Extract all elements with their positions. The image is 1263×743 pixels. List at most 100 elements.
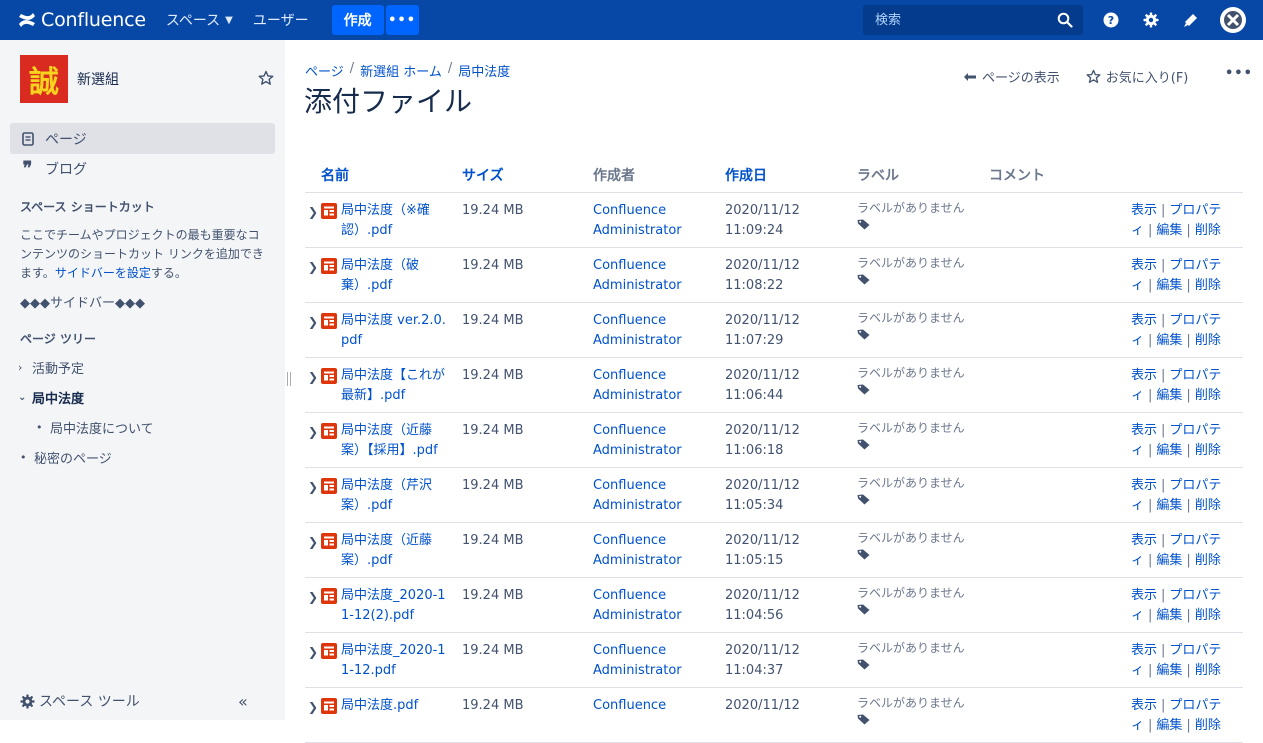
breadcrumb-item[interactable]: ページ: [305, 61, 344, 80]
sidebar-item-blog[interactable]: ❞ ブログ: [10, 153, 275, 184]
search-input[interactable]: [873, 11, 1053, 29]
delete-action-link[interactable]: 削除: [1195, 608, 1221, 623]
edit-action-link[interactable]: 編集: [1156, 498, 1182, 513]
users-menu[interactable]: ユーザー: [253, 10, 309, 30]
expand-chevron-icon[interactable]: ❯: [308, 257, 318, 277]
file-name-link[interactable]: 局中法度（近藤案）.pdf: [341, 531, 449, 571]
configure-sidebar-link[interactable]: サイドバーを設定: [55, 266, 151, 280]
edit-action-link[interactable]: 編集: [1156, 663, 1182, 678]
column-header-size[interactable]: サイズ: [462, 165, 504, 185]
tree-item-secret-page[interactable]: • 秘密のページ: [20, 448, 112, 467]
tag-icon[interactable]: [857, 439, 870, 450]
file-name-link[interactable]: 局中法度（破棄）.pdf: [341, 256, 449, 296]
expand-chevron-icon[interactable]: ❯: [308, 642, 318, 662]
help-icon[interactable]: ?: [1100, 9, 1122, 31]
view-action-link[interactable]: 表示: [1131, 423, 1157, 438]
file-name-link[interactable]: 局中法度（※確認）.pdf: [341, 201, 449, 241]
expand-chevron-icon[interactable]: ❯: [308, 477, 318, 497]
edit-action-link[interactable]: 編集: [1156, 223, 1182, 238]
breadcrumb-item[interactable]: 局中法度: [458, 61, 510, 80]
sidebar-item-pages[interactable]: ページ: [10, 123, 275, 154]
file-name-link[interactable]: 局中法度.pdf: [341, 696, 418, 716]
delete-action-link[interactable]: 削除: [1195, 553, 1221, 568]
edit-action-link[interactable]: 編集: [1156, 608, 1182, 623]
edit-action-link[interactable]: 編集: [1156, 278, 1182, 293]
creator-link[interactable]: Confluence Administrator: [593, 366, 703, 406]
creator-link[interactable]: Confluence Administrator: [593, 421, 703, 461]
creator-link[interactable]: Confluence Administrator: [593, 476, 703, 516]
file-name-link[interactable]: 局中法度（近藤案）【採用】.pdf: [341, 421, 449, 461]
expand-chevron-icon[interactable]: ❯: [308, 532, 318, 552]
user-avatar[interactable]: [1220, 7, 1246, 33]
edit-action-link[interactable]: 編集: [1156, 443, 1182, 458]
creator-link[interactable]: Confluence Administrator: [593, 311, 703, 351]
creator-link[interactable]: Confluence: [593, 696, 703, 716]
view-action-link[interactable]: 表示: [1131, 698, 1157, 713]
space-logo[interactable]: 誠: [20, 55, 68, 103]
edit-action-link[interactable]: 編集: [1156, 333, 1182, 348]
column-header-date[interactable]: 作成日: [725, 165, 767, 185]
favourite-button[interactable]: お気に入り(F): [1086, 67, 1188, 86]
delete-action-link[interactable]: 削除: [1195, 718, 1221, 733]
search-box[interactable]: [863, 5, 1083, 35]
file-name-link[interactable]: 局中法度（芹沢案）.pdf: [341, 476, 449, 516]
view-action-link[interactable]: 表示: [1131, 368, 1157, 383]
file-name-link[interactable]: 局中法度_2020-11-12(2).pdf: [341, 586, 449, 626]
tag-icon[interactable]: [857, 659, 870, 670]
edit-action-link[interactable]: 編集: [1156, 718, 1182, 733]
file-name-link[interactable]: 局中法度【これが最新】.pdf: [341, 366, 449, 406]
tree-item-rules[interactable]: ⌄ 局中法度: [18, 388, 84, 407]
tag-icon[interactable]: [857, 384, 870, 395]
view-action-link[interactable]: 表示: [1131, 478, 1157, 493]
tag-icon[interactable]: [857, 274, 870, 285]
confluence-logo[interactable]: Confluence: [18, 9, 146, 31]
expand-chevron-icon[interactable]: ❯: [308, 587, 318, 607]
view-page-button[interactable]: ページの表示: [963, 67, 1060, 86]
sidebar-resize-handle[interactable]: [287, 372, 291, 386]
delete-action-link[interactable]: 削除: [1195, 278, 1221, 293]
space-header[interactable]: 誠 新選組: [20, 55, 119, 103]
spaces-menu[interactable]: スペース ▼: [166, 10, 233, 30]
view-action-link[interactable]: 表示: [1131, 533, 1157, 548]
edit-action-link[interactable]: 編集: [1156, 553, 1182, 568]
create-more-button[interactable]: •••: [385, 5, 419, 35]
view-action-link[interactable]: 表示: [1131, 258, 1157, 273]
view-action-link[interactable]: 表示: [1131, 643, 1157, 658]
creator-link[interactable]: Confluence Administrator: [593, 256, 703, 296]
breadcrumb-item[interactable]: 新選組 ホーム: [360, 61, 442, 80]
file-name-link[interactable]: 局中法度 ver.2.0.pdf: [341, 311, 449, 351]
notifications-megaphone-icon[interactable]: [1180, 9, 1202, 31]
tree-item-about-rules[interactable]: • 局中法度について: [36, 418, 154, 437]
edit-action-link[interactable]: 編集: [1156, 388, 1182, 403]
chevron-right-icon[interactable]: ›: [18, 361, 32, 374]
star-icon[interactable]: [258, 70, 274, 86]
delete-action-link[interactable]: 削除: [1195, 443, 1221, 458]
delete-action-link[interactable]: 削除: [1195, 498, 1221, 513]
create-button[interactable]: 作成: [331, 5, 384, 35]
creator-link[interactable]: Confluence Administrator: [593, 586, 703, 626]
tag-icon[interactable]: [857, 604, 870, 615]
search-icon[interactable]: [1057, 12, 1073, 28]
expand-chevron-icon[interactable]: ❯: [308, 367, 318, 387]
tag-icon[interactable]: [857, 329, 870, 340]
collapse-sidebar-icon[interactable]: «: [238, 692, 248, 711]
creator-link[interactable]: Confluence Administrator: [593, 531, 703, 571]
view-action-link[interactable]: 表示: [1131, 313, 1157, 328]
delete-action-link[interactable]: 削除: [1195, 663, 1221, 678]
space-name[interactable]: 新選組: [77, 69, 119, 89]
settings-gear-icon[interactable]: [1140, 9, 1162, 31]
expand-chevron-icon[interactable]: ❯: [308, 312, 318, 332]
tag-icon[interactable]: [857, 549, 870, 560]
tree-item-activity[interactable]: › 活動予定: [18, 358, 84, 377]
expand-chevron-icon[interactable]: ❯: [308, 422, 318, 442]
creator-link[interactable]: Confluence Administrator: [593, 201, 703, 241]
view-action-link[interactable]: 表示: [1131, 588, 1157, 603]
delete-action-link[interactable]: 削除: [1195, 223, 1221, 238]
delete-action-link[interactable]: 削除: [1195, 333, 1221, 348]
tag-icon[interactable]: [857, 494, 870, 505]
expand-chevron-icon[interactable]: ❯: [308, 202, 318, 222]
expand-chevron-icon[interactable]: ❯: [308, 697, 318, 717]
chevron-down-icon[interactable]: ⌄: [18, 392, 32, 403]
file-name-link[interactable]: 局中法度_2020-11-12.pdf: [341, 641, 449, 681]
column-header-name[interactable]: 名前: [321, 165, 349, 185]
